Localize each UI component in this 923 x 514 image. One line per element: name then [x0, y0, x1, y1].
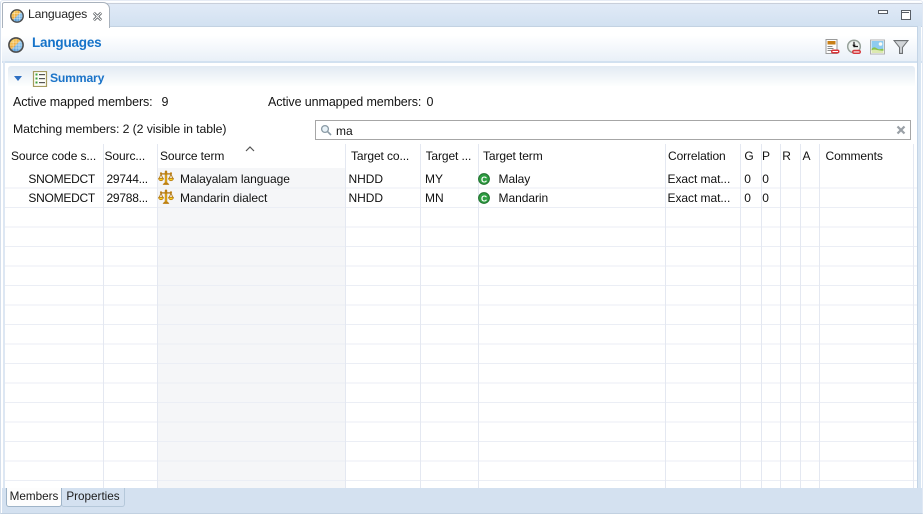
svg-text:C: C	[480, 174, 486, 184]
svg-text:C: C	[480, 193, 486, 203]
